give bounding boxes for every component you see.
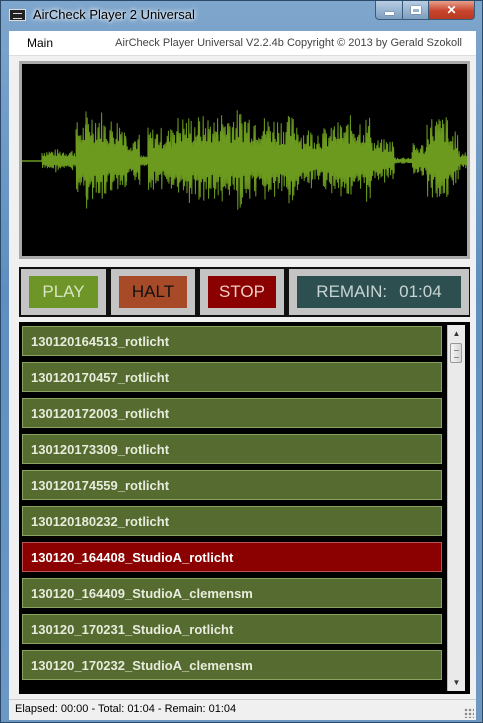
client-area: Main AirCheck Player Universal V2.2.4b C…	[9, 31, 476, 720]
close-icon: ✕	[446, 3, 457, 17]
playlist-item[interactable]: 130120164513_rotlicht	[22, 326, 442, 356]
play-label: PLAY	[42, 282, 85, 301]
playlist-item-label: 130120164513_rotlicht	[31, 333, 170, 349]
playlist-item[interactable]: 130120_164409_StudioA_clemensm	[22, 578, 442, 608]
stop-button[interactable]: STOP	[200, 269, 284, 315]
play-button[interactable]: PLAY	[21, 269, 106, 315]
resize-grip-icon[interactable]	[464, 708, 474, 718]
minimize-icon	[384, 11, 394, 15]
playlist-item-label: 130120172003_rotlicht	[31, 405, 170, 421]
minimize-button[interactable]	[375, 1, 403, 20]
window-title: AirCheck Player 2 Universal	[33, 7, 195, 22]
maximize-button[interactable]	[402, 1, 429, 20]
remain-label: REMAIN:	[316, 282, 388, 301]
scrollbar-thumb[interactable]	[450, 343, 462, 363]
stop-label: STOP	[219, 282, 265, 301]
menu-main[interactable]: Main	[27, 36, 53, 50]
app-icon[interactable]	[9, 9, 26, 21]
playlist-item[interactable]: 130120180232_rotlicht	[22, 506, 442, 536]
scroll-down-arrow-icon[interactable]: ▼	[448, 674, 465, 691]
playlist-item-label: 130120_170232_StudioA_clemensm	[31, 657, 253, 673]
menu-bar: Main AirCheck Player Universal V2.2.4b C…	[9, 31, 476, 56]
playlist-item-label: 130120_170231_StudioA_rotlicht	[31, 621, 234, 637]
status-bar: Elapsed: 00:00 - Total: 01:04 - Remain: …	[9, 699, 476, 720]
waveform-panel	[19, 61, 470, 259]
playlist-scrollbar[interactable]: ▲ ▼	[447, 325, 465, 691]
remain-value: 01:04	[399, 282, 442, 301]
close-button[interactable]: ✕	[428, 1, 475, 20]
scroll-up-arrow-icon[interactable]: ▲	[448, 325, 465, 342]
playlist-panel: 130120164513_rotlicht 130120170457_rotlic…	[19, 322, 470, 694]
title-bar[interactable]: AirCheck Player 2 Universal ✕	[1, 1, 482, 31]
transport-controls: PLAY HALT STOP REMAIN: 01:04	[19, 267, 470, 317]
playlist-item[interactable]: 130120173309_rotlicht	[22, 434, 442, 464]
playlist-item[interactable]: 130120172003_rotlicht	[22, 398, 442, 428]
remain-display: REMAIN: 01:04	[289, 269, 469, 315]
playlist-item-label: 130120170457_rotlicht	[31, 369, 170, 385]
playlist-item-label: 130120_164408_StudioA_rotlicht	[31, 549, 234, 565]
playlist-item-label: 130120_164409_StudioA_clemensm	[31, 585, 253, 601]
playlist-item[interactable]: 130120174559_rotlicht	[22, 470, 442, 500]
playlist-item-label: 130120180232_rotlicht	[31, 513, 170, 529]
playlist[interactable]: 130120164513_rotlicht 130120170457_rotlic…	[19, 322, 447, 694]
status-text: Elapsed: 00:00 - Total: 01:04 - Remain: …	[15, 703, 237, 715]
waveform-display	[22, 64, 467, 256]
maximize-icon	[410, 6, 421, 14]
playlist-item[interactable]: 130120_170231_StudioA_rotlicht	[22, 614, 442, 644]
copyright-text: AirCheck Player Universal V2.2.4b Copyri…	[115, 37, 462, 49]
app-window: AirCheck Player 2 Universal ✕ Main AirCh…	[0, 0, 483, 723]
playlist-item-label: 130120173309_rotlicht	[31, 441, 170, 457]
playlist-item[interactable]: 130120_170232_StudioA_clemensm	[22, 650, 442, 680]
playlist-item[interactable]: 130120_164408_StudioA_rotlicht	[22, 542, 442, 572]
waveform-trace	[22, 110, 467, 210]
halt-button[interactable]: HALT	[111, 269, 195, 315]
halt-label: HALT	[131, 282, 175, 301]
playlist-item[interactable]: 130120170457_rotlicht	[22, 362, 442, 392]
playlist-item-label: 130120174559_rotlicht	[31, 477, 170, 493]
